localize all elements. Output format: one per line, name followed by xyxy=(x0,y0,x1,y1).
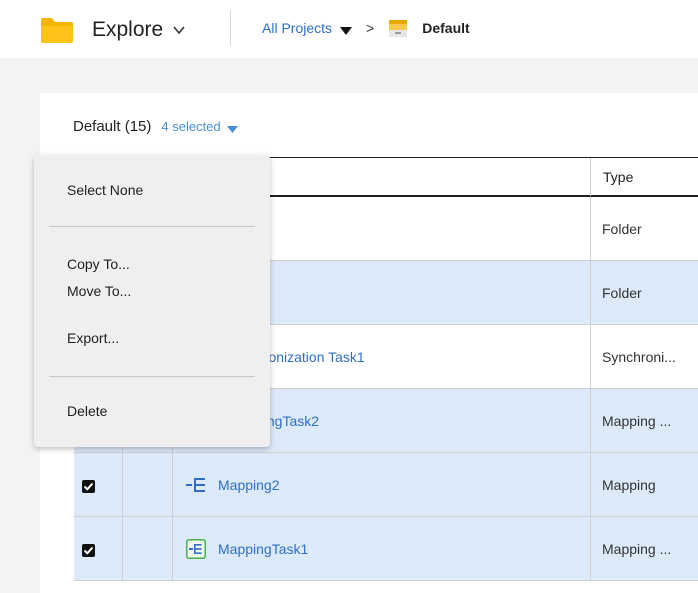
project-icon xyxy=(388,18,408,38)
explore-label: Explore xyxy=(92,18,164,41)
folder-icon xyxy=(40,16,74,44)
menu-divider xyxy=(49,226,255,227)
row-name[interactable]: MappingTask1 xyxy=(218,541,308,557)
row-checkbox-cell[interactable] xyxy=(74,517,123,580)
caret-down-icon[interactable] xyxy=(340,23,353,35)
menu-item-move-to[interactable]: Move To... xyxy=(67,283,131,299)
checkbox-checked[interactable] xyxy=(82,544,95,557)
table-row[interactable]: Mapping2 Mapping xyxy=(74,453,698,517)
row-type: Mapping xyxy=(602,476,656,493)
row-type: Folder xyxy=(602,220,642,237)
table-row[interactable]: MappingTask1 Mapping ... xyxy=(74,517,698,581)
selection-label: 4 selected xyxy=(161,119,221,134)
row-name[interactable]: Mapping2 xyxy=(218,477,280,493)
divider xyxy=(230,10,231,46)
breadcrumb: All Projects > Default xyxy=(262,14,470,42)
row-status-cell xyxy=(122,517,173,580)
top-bar: Explore All Projects > Default xyxy=(0,0,698,58)
row-type: Mapping ... xyxy=(602,412,672,429)
mapping-task-icon xyxy=(186,538,206,559)
menu-divider xyxy=(49,376,255,377)
row-type: Synchroni... xyxy=(602,348,676,365)
chevron-down-icon xyxy=(172,23,186,37)
menu-item-export[interactable]: Export... xyxy=(67,330,119,346)
breadcrumb-all-projects[interactable]: All Projects xyxy=(262,20,332,36)
selection-context-menu: Select None Copy To... Move To... Export… xyxy=(34,155,270,447)
explore-menu[interactable]: Explore xyxy=(40,10,186,50)
breadcrumb-current: Default xyxy=(422,20,470,36)
panel-header: Default (15) 4 selected xyxy=(73,118,238,135)
row-status-cell xyxy=(122,453,173,516)
row-type: Folder xyxy=(602,284,642,301)
menu-item-delete[interactable]: Delete xyxy=(67,403,107,419)
menu-item-select-none[interactable]: Select None xyxy=(67,182,143,198)
selection-dropdown[interactable]: 4 selected xyxy=(161,119,238,134)
row-checkbox-cell[interactable] xyxy=(74,453,123,516)
row-name[interactable]: hronization Task1 xyxy=(256,349,365,365)
breadcrumb-separator: > xyxy=(366,20,375,36)
row-name-cell[interactable]: Mapping2 xyxy=(172,453,591,516)
column-header-type[interactable]: Type xyxy=(590,158,698,196)
mapping-icon xyxy=(186,475,206,495)
menu-item-copy-to[interactable]: Copy To... xyxy=(67,256,130,272)
page-title: Default (15) xyxy=(73,118,152,135)
row-name-cell[interactable]: MappingTask1 xyxy=(172,517,591,580)
checkbox-checked[interactable] xyxy=(82,480,95,493)
row-type: Mapping ... xyxy=(602,540,672,557)
caret-down-icon xyxy=(226,122,238,133)
